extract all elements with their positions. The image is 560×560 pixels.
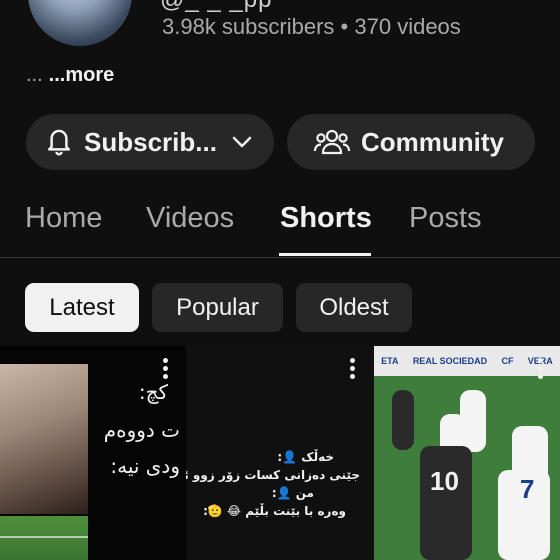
people-icon [313, 129, 351, 155]
stadium-advert-board: ETA REAL SOCIEDAD CF VERA [374, 346, 560, 376]
short-caption-line: جێنی دەزانی کسات زۆر زوو ئەروا 😢 ؟ [186, 468, 360, 482]
bell-icon [47, 129, 71, 156]
board-text: REAL SOCIEDAD [412, 356, 488, 366]
subscriber-count: 3.98k subscribers [162, 14, 335, 39]
community-button[interactable]: Community [287, 114, 535, 170]
board-text: ETA [381, 356, 399, 366]
active-tab-indicator [279, 253, 371, 256]
filter-oldest[interactable]: Oldest [296, 283, 412, 332]
short-caption-line: کچ: [138, 380, 168, 404]
more-link[interactable]: ...more [49, 64, 115, 86]
player-figure [420, 446, 472, 560]
jersey-number: 7 [520, 474, 535, 504]
short-caption-line: ودی نیە: [110, 454, 180, 478]
subscribe-label: Subscrib... [84, 126, 217, 157]
board-text: CF [501, 356, 514, 366]
community-label: Community [361, 126, 504, 157]
filter-popular[interactable]: Popular [152, 283, 283, 332]
short-thumbnail[interactable]: خەڵک 👤: جێنی دەزانی کسات زۆر زوو ئەروا 😢… [186, 346, 374, 560]
video-count: 370 videos [354, 14, 461, 39]
player-figure [392, 390, 414, 450]
tab-shorts[interactable]: Shorts [280, 202, 372, 235]
jersey-number: 10 [430, 466, 459, 496]
subscribe-button[interactable]: Subscrib... [26, 114, 274, 170]
meta-separator: • [340, 14, 349, 39]
filter-latest[interactable]: Latest [25, 283, 139, 332]
short-caption-line: خەڵک 👤: [277, 450, 334, 464]
short-caption-line: من 👤: [271, 486, 314, 500]
short-thumbnail[interactable]: ETA REAL SOCIEDAD CF VERA 10 7 [374, 346, 560, 560]
tabs-divider [0, 257, 560, 258]
description-more[interactable]: ... ...more [26, 64, 114, 87]
short-thumbnail[interactable]: کچ: ت دووەم ودی نیە: [0, 346, 186, 560]
thumbnail-photo [0, 516, 88, 560]
channel-tabs: Home Videos Shorts Posts [0, 196, 560, 256]
thumbnail-photo [0, 364, 88, 514]
channel-avatar[interactable] [28, 0, 132, 46]
chevron-down-icon[interactable] [231, 135, 253, 149]
tab-home[interactable]: Home [25, 202, 102, 235]
description-ellipsis: ... [26, 64, 43, 86]
short-caption-line: وەرە با بێنت بڵێم 😂 🫡: [203, 504, 346, 518]
more-options-icon[interactable] [350, 358, 356, 382]
more-options-icon[interactable] [163, 358, 169, 382]
channel-handle: @_ _ _pp [160, 0, 272, 14]
more-options-icon[interactable] [538, 358, 544, 382]
channel-meta: 3.98k subscribers • 370 videos [162, 14, 461, 40]
short-caption-line: ت دووەم [103, 418, 180, 442]
tab-videos[interactable]: Videos [146, 202, 234, 235]
tab-posts[interactable]: Posts [409, 202, 482, 235]
